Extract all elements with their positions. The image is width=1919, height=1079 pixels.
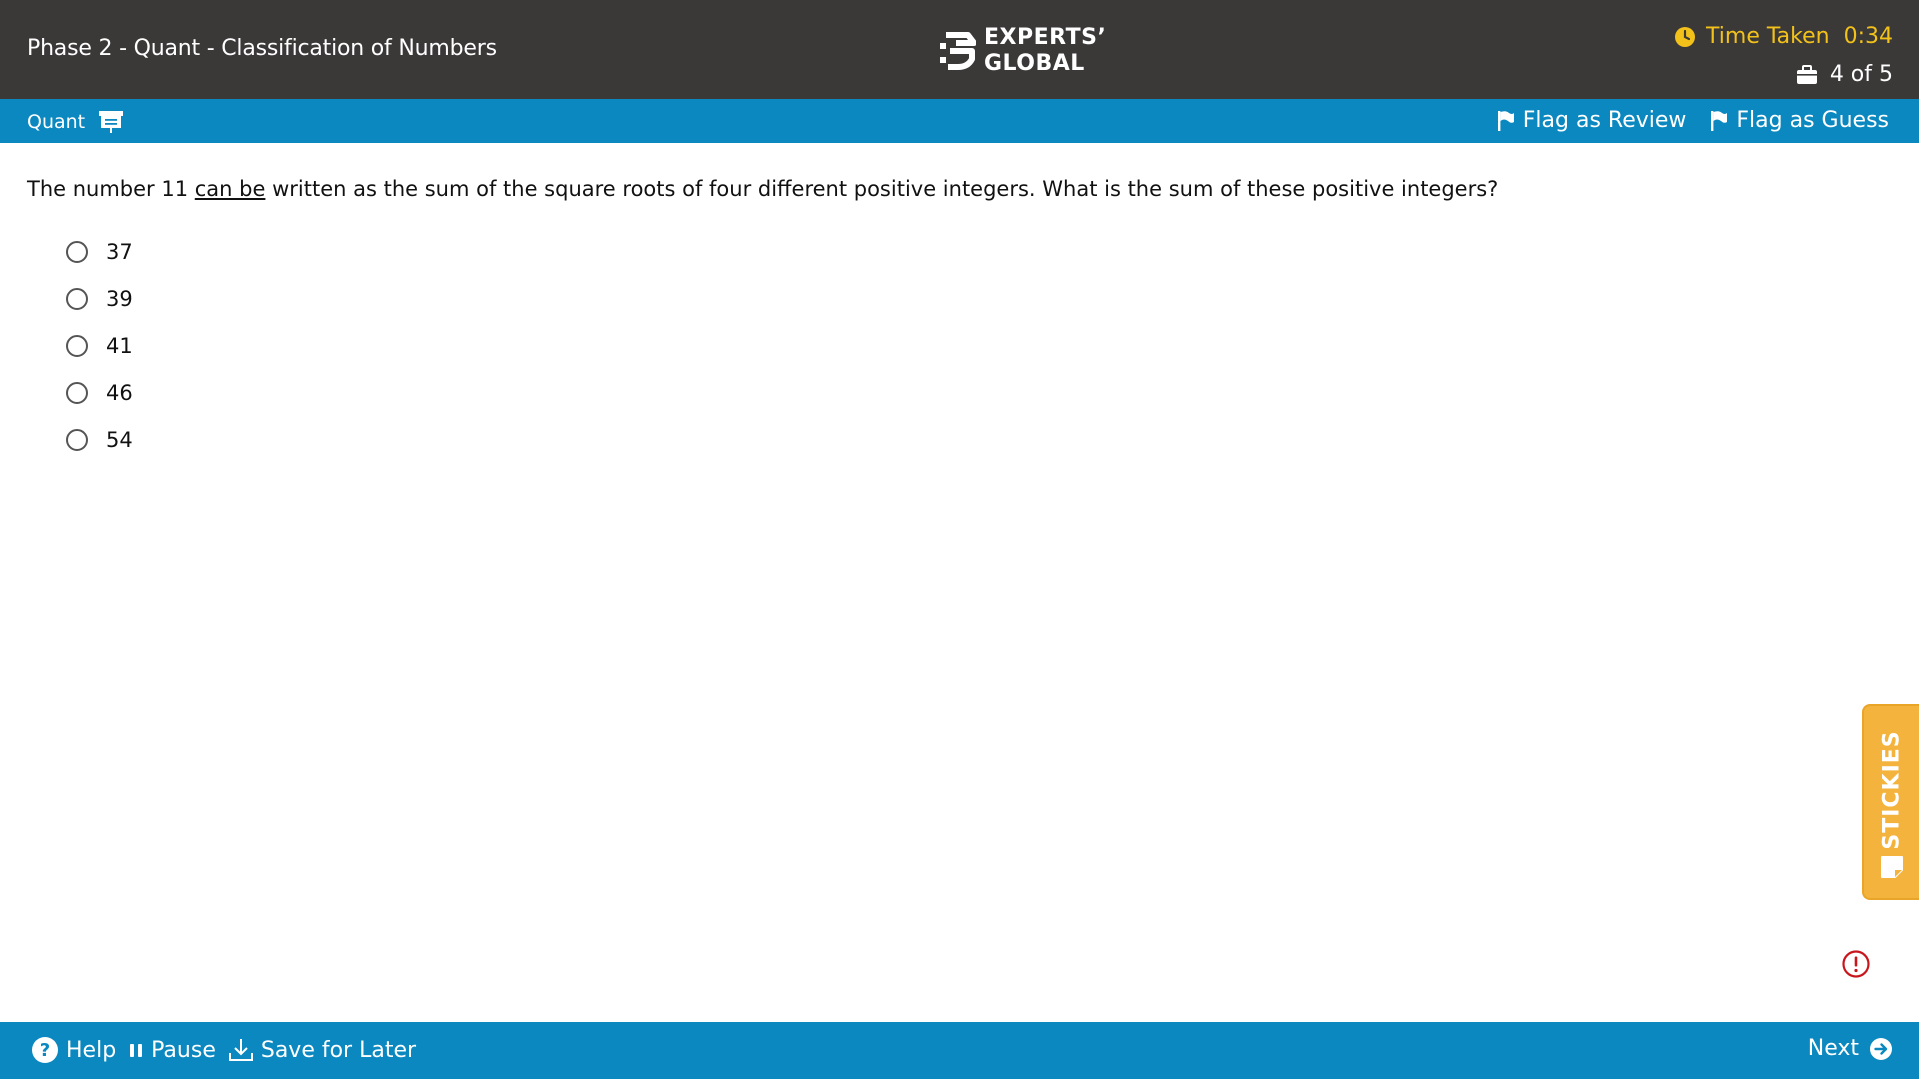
experts-global-logo: EXPERTS’ GLOBAL — [938, 25, 1107, 76]
answer-option-label: 46 — [106, 380, 133, 405]
question-progress: 4 of 5 — [1796, 62, 1893, 87]
flag-as-review-button[interactable]: Flag as Review — [1497, 108, 1687, 133]
radio-button[interactable] — [66, 287, 88, 310]
exam-page: Phase 2 - Quant - Classification of Numb… — [0, 0, 1919, 1079]
stickies-tab[interactable]: STICKIES — [1862, 704, 1919, 900]
next-arrow-icon — [1870, 1037, 1892, 1060]
sticky-note-icon — [1881, 856, 1903, 878]
pause-label: Pause — [151, 1037, 216, 1063]
exam-title: Phase 2 - Quant - Classification of Numb… — [27, 36, 497, 61]
download-icon — [228, 1039, 253, 1061]
briefcase-icon — [1796, 64, 1817, 84]
top-header: Phase 2 - Quant - Classification of Numb… — [0, 0, 1919, 99]
help-button[interactable]: ? Help — [31, 1036, 116, 1064]
stickies-label: STICKIES — [1879, 730, 1904, 850]
section-name: Quant — [27, 111, 86, 133]
radio-button[interactable] — [66, 428, 88, 451]
help-icon: ? — [32, 1037, 58, 1063]
flag-as-review-label: Flag as Review — [1522, 108, 1687, 133]
pause-button[interactable]: Pause — [128, 1038, 216, 1063]
help-label: Help — [66, 1037, 117, 1063]
timer-value: 0:34 — [1843, 24, 1893, 49]
question-stem: The number 11 can be written as the sum … — [27, 175, 1827, 203]
answer-option[interactable]: 54 — [66, 416, 133, 463]
answer-option-label: 41 — [106, 333, 133, 358]
flag-as-guess-label: Flag as Guess — [1736, 108, 1889, 133]
question-text-end: written as the sum of the square roots o… — [265, 177, 1499, 201]
question-underlined-text: can be — [194, 177, 266, 201]
section-toolbar: Quant Flag as Review Flag as Guess — [0, 99, 1919, 143]
flag-icon — [1497, 110, 1514, 131]
answer-option-label: 39 — [106, 286, 133, 311]
logo-text-line1: EXPERTS’ — [984, 25, 1107, 50]
question-text-start: The number 11 — [27, 177, 195, 201]
answer-option[interactable]: 39 — [66, 275, 133, 322]
whiteboard-icon[interactable] — [98, 110, 124, 134]
flag-icon — [1711, 110, 1728, 131]
flag-controls: Flag as Review Flag as Guess — [1497, 108, 1889, 133]
time-taken: Time Taken 0:34 — [1674, 24, 1893, 49]
radio-button[interactable] — [66, 381, 88, 404]
next-button[interactable]: Next — [1808, 1036, 1893, 1061]
progress-text: 4 of 5 — [1829, 62, 1893, 87]
answer-option-label: 54 — [106, 427, 133, 452]
next-label: Next — [1807, 1036, 1859, 1061]
save-for-later-label: Save for Later — [260, 1037, 417, 1063]
answer-options: 37 39 41 46 54 — [66, 228, 133, 463]
answer-option[interactable]: 41 — [66, 322, 133, 369]
alert-icon[interactable] — [1841, 949, 1871, 979]
logo-text-line2: GLOBAL — [984, 51, 1085, 76]
pause-icon — [130, 1044, 143, 1057]
section-indicator: Quant — [27, 110, 124, 134]
answer-option[interactable]: 46 — [66, 369, 133, 416]
flag-as-guess-button[interactable]: Flag as Guess — [1710, 108, 1889, 133]
radio-button[interactable] — [66, 334, 88, 357]
timer-label: Time Taken — [1706, 24, 1830, 49]
svg-text:?: ? — [40, 1040, 50, 1061]
timer-icon — [1675, 26, 1696, 47]
logo-mark-icon — [940, 32, 976, 70]
answer-option-label: 37 — [106, 239, 133, 264]
bottom-toolbar: ? Help Pause Save for Later Next — [0, 1022, 1919, 1079]
save-for-later-button[interactable]: Save for Later — [228, 1037, 416, 1063]
radio-button[interactable] — [66, 240, 88, 263]
answer-option[interactable]: 37 — [66, 228, 133, 275]
